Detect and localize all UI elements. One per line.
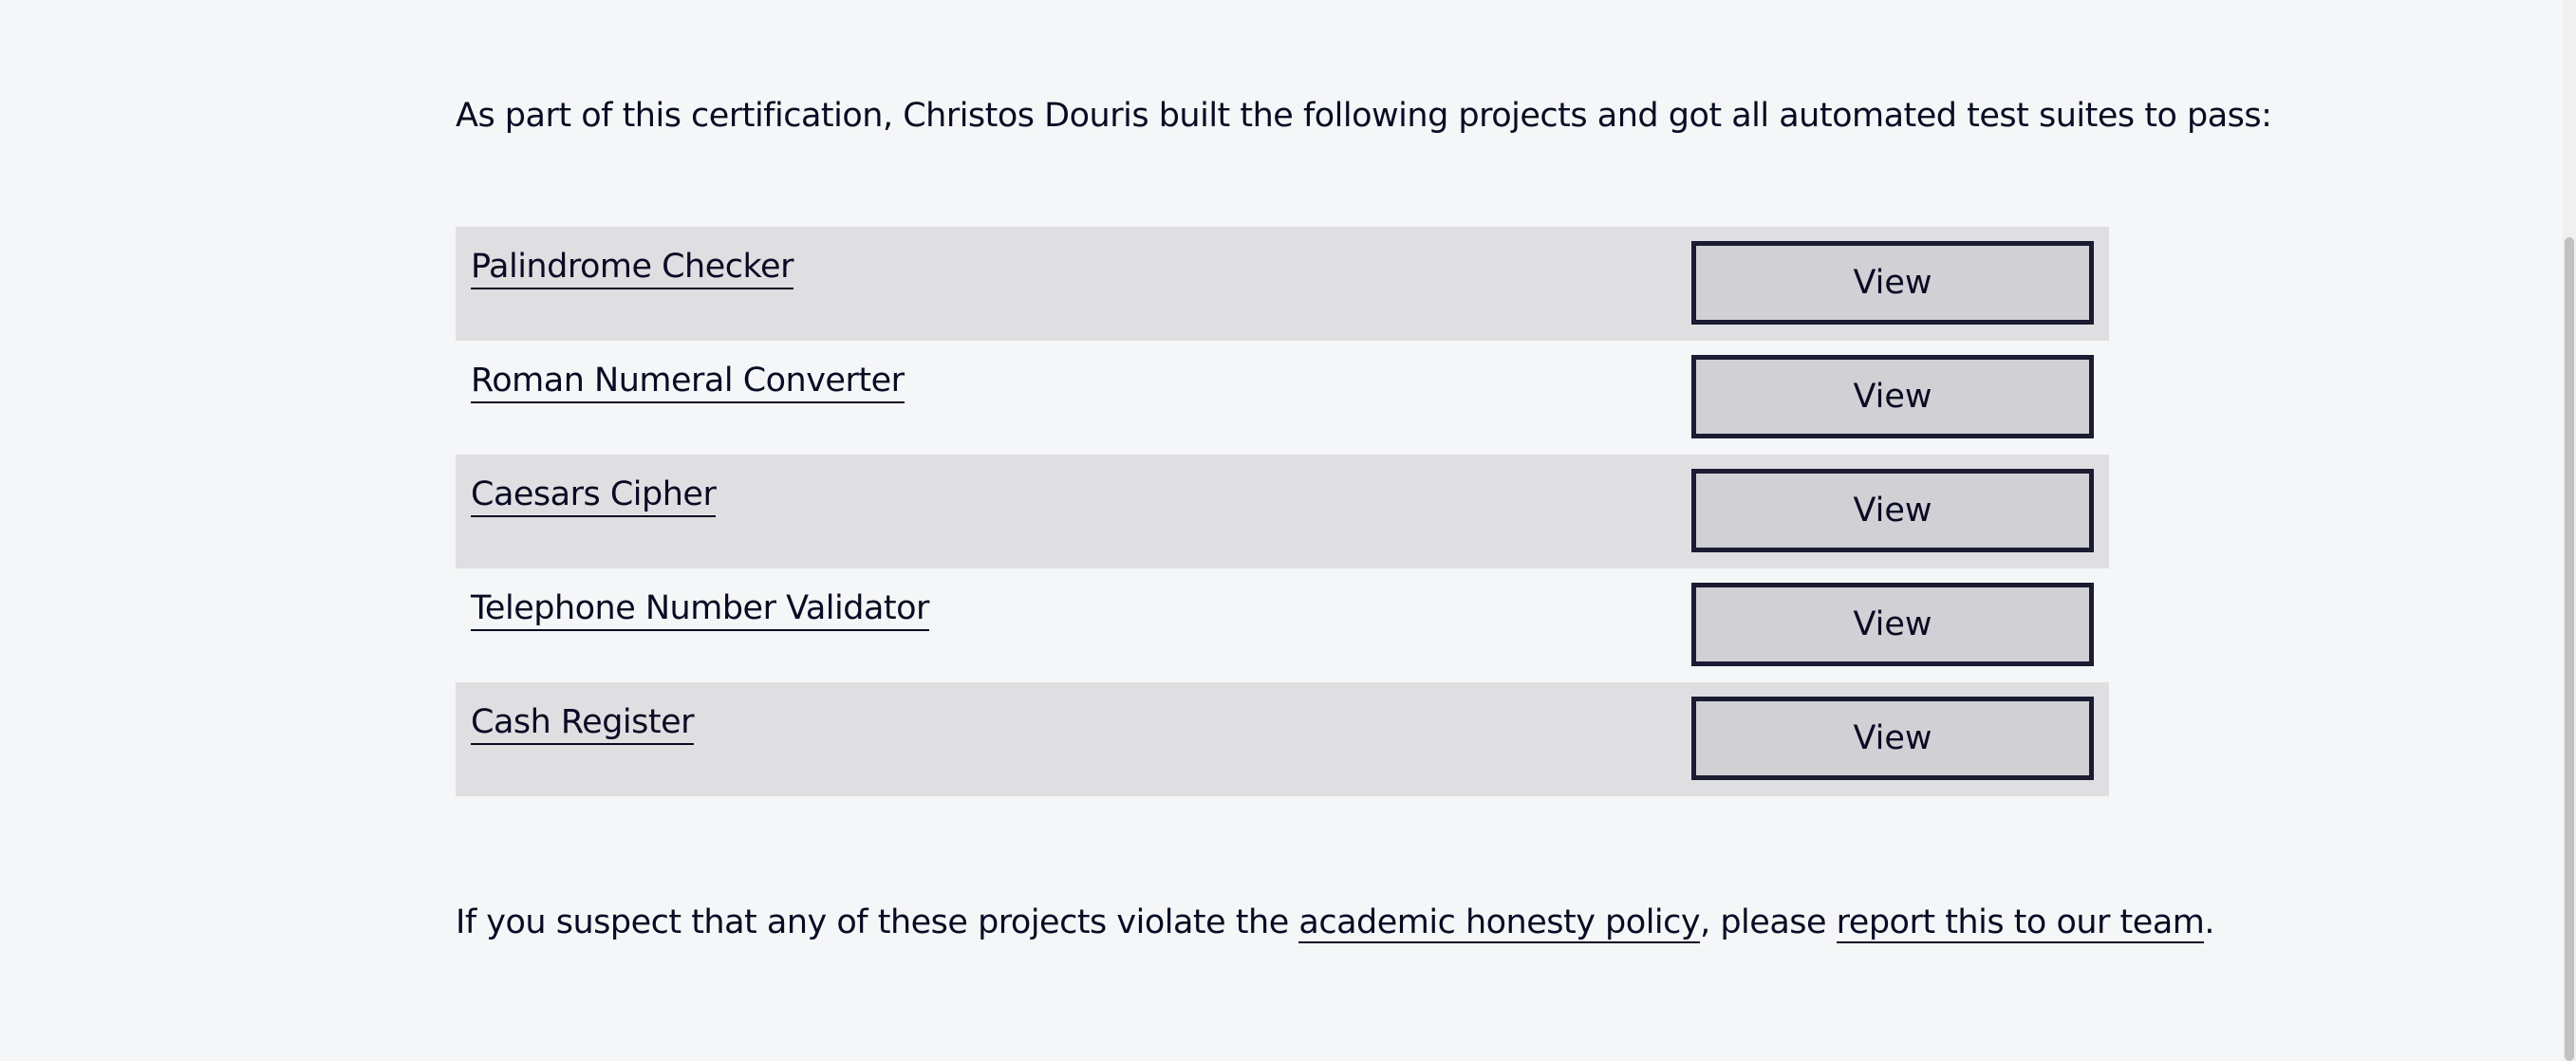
scrollbar-thumb[interactable] — [2565, 237, 2574, 1061]
report-link[interactable]: report this to our team — [1836, 903, 2205, 943]
certification-page: As part of this certification, Christos … — [0, 0, 2576, 1061]
notice-prefix: If you suspect that any of these project… — [456, 903, 1299, 941]
project-row: Telephone Number Validator View — [456, 568, 2109, 682]
project-link-palindrome-checker[interactable]: Palindrome Checker — [471, 246, 793, 289]
project-row: Cash Register View — [456, 682, 2109, 796]
academic-honesty-policy-link[interactable]: academic honesty policy — [1298, 903, 1701, 943]
project-link-roman-numeral-converter[interactable]: Roman Numeral Converter — [471, 360, 905, 403]
project-link-caesars-cipher[interactable]: Caesars Cipher — [471, 474, 717, 517]
project-link-cash-register[interactable]: Cash Register — [471, 701, 695, 745]
view-button-roman-numeral-converter[interactable]: View — [1691, 355, 2094, 438]
view-button-cash-register[interactable]: View — [1691, 697, 2094, 780]
project-link-telephone-number-validator[interactable]: Telephone Number Validator — [471, 587, 929, 631]
project-row: Palindrome Checker View — [456, 227, 2109, 341]
view-button-telephone-number-validator[interactable]: View — [1691, 583, 2094, 666]
project-list: Palindrome Checker View Roman Numeral Co… — [456, 227, 2109, 796]
view-button-caesars-cipher[interactable]: View — [1691, 469, 2094, 552]
project-row: Caesars Cipher View — [456, 455, 2109, 568]
view-button-palindrome-checker[interactable]: View — [1691, 241, 2094, 325]
notice-suffix: . — [2204, 903, 2214, 941]
honesty-notice: If you suspect that any of these project… — [456, 900, 2214, 945]
project-row: Roman Numeral Converter View — [456, 341, 2109, 455]
notice-middle: , please — [1700, 903, 1837, 941]
intro-text: As part of this certification, Christos … — [456, 97, 2272, 135]
vertical-scrollbar[interactable] — [2563, 0, 2576, 1061]
